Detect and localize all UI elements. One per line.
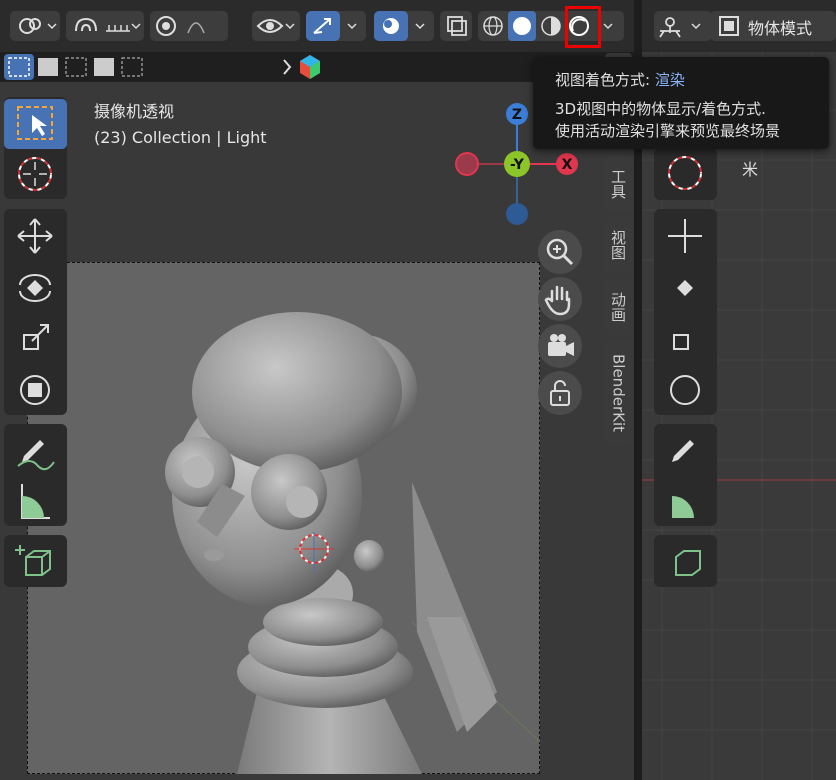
collection-info: (23) Collection | Light [94, 128, 267, 147]
right-editor-type-dropdown[interactable] [654, 11, 712, 41]
rotate-tool[interactable] [4, 263, 67, 313]
right-measure-tool[interactable] [654, 476, 717, 526]
tab-animation[interactable]: 动画 [605, 279, 632, 335]
right-toolbar-annotate [654, 424, 717, 526]
right-mode-dropdown[interactable]: 物体模式 [710, 11, 836, 41]
tooltip-desc-2: 使用活动渲染引擎来预览最终场景 [555, 122, 781, 140]
solid-shading-button[interactable] [508, 11, 536, 41]
tooltip-desc-1: 3D视图中的物体显示/着色方式. [555, 100, 766, 118]
viewport-title: 摄像机透视 [94, 102, 175, 121]
select-box-tool[interactable] [4, 99, 67, 149]
gizmo-dropdown[interactable] [306, 11, 366, 41]
material-preview-shading-button[interactable] [537, 11, 565, 41]
scale-tool[interactable] [4, 313, 67, 363]
right-annotate-tool[interactable] [654, 426, 717, 476]
right-transform-tool[interactable] [654, 365, 717, 415]
pan-hand-button[interactable] [538, 277, 582, 321]
add-cube-tool[interactable] [4, 535, 67, 585]
annotate-tool[interactable] [4, 426, 67, 476]
cursor-tool[interactable] [4, 149, 67, 199]
lock-view-button[interactable] [538, 371, 582, 415]
visibility-dropdown[interactable] [252, 11, 300, 41]
mode-label: 物体模式 [748, 19, 813, 38]
right-viewport-header: 物体模式 [642, 0, 836, 52]
right-scale-tool[interactable] [654, 313, 717, 363]
tooltip-title-prefix: 视图着色方式: [555, 71, 655, 89]
right-toolbar-cursor [654, 148, 717, 200]
expand-arrow-icon[interactable] [280, 52, 320, 82]
gizmo-y-label: -Y [510, 157, 525, 173]
tab-blenderkit[interactable]: BlenderKit [605, 341, 632, 445]
toolbar-add-group [4, 535, 67, 587]
wireframe-shading-button[interactable] [480, 11, 508, 41]
toolbar-select-group [4, 97, 67, 199]
move-tool[interactable] [4, 211, 67, 261]
right-add-cube-tool[interactable] [654, 535, 717, 585]
xray-toggle-button[interactable] [440, 11, 472, 41]
transform-tool[interactable] [4, 365, 67, 415]
zoom-button[interactable] [538, 230, 582, 274]
right-toolbar-add [654, 535, 717, 587]
proportional-editing-dropdown[interactable] [150, 11, 228, 41]
shading-tooltip: 视图着色方式: 渲染 3D视图中的物体显示/着色方式. 使用活动渲染引擎来预览最… [533, 57, 829, 149]
tab-view[interactable]: 视图 [605, 217, 632, 273]
gizmo-x-label: X [562, 157, 573, 173]
camera-view-button[interactable] [538, 324, 582, 368]
right-rotate-tool[interactable] [654, 263, 717, 313]
right-move-tool[interactable] [654, 211, 717, 261]
overlays-dropdown[interactable] [374, 11, 434, 41]
measure-tool[interactable] [4, 476, 67, 526]
tooltip-title: 视图着色方式: 渲染 [555, 69, 685, 90]
snap-dropdown[interactable] [66, 11, 144, 41]
tab-tool[interactable]: 工具 [605, 156, 632, 212]
right-cursor-tool[interactable] [654, 148, 717, 198]
toolbar-transform-group [4, 209, 67, 415]
toolbar-annotate-group [4, 424, 67, 526]
partial-text: 米 [742, 160, 759, 179]
highlight-box [565, 6, 601, 48]
tooltip-title-value: 渲染 [654, 71, 685, 89]
gizmo-z-label: Z [512, 107, 522, 123]
transform-orientation-dropdown[interactable] [10, 11, 60, 41]
right-toolbar-transform [654, 209, 717, 415]
scene-model [165, 312, 540, 774]
